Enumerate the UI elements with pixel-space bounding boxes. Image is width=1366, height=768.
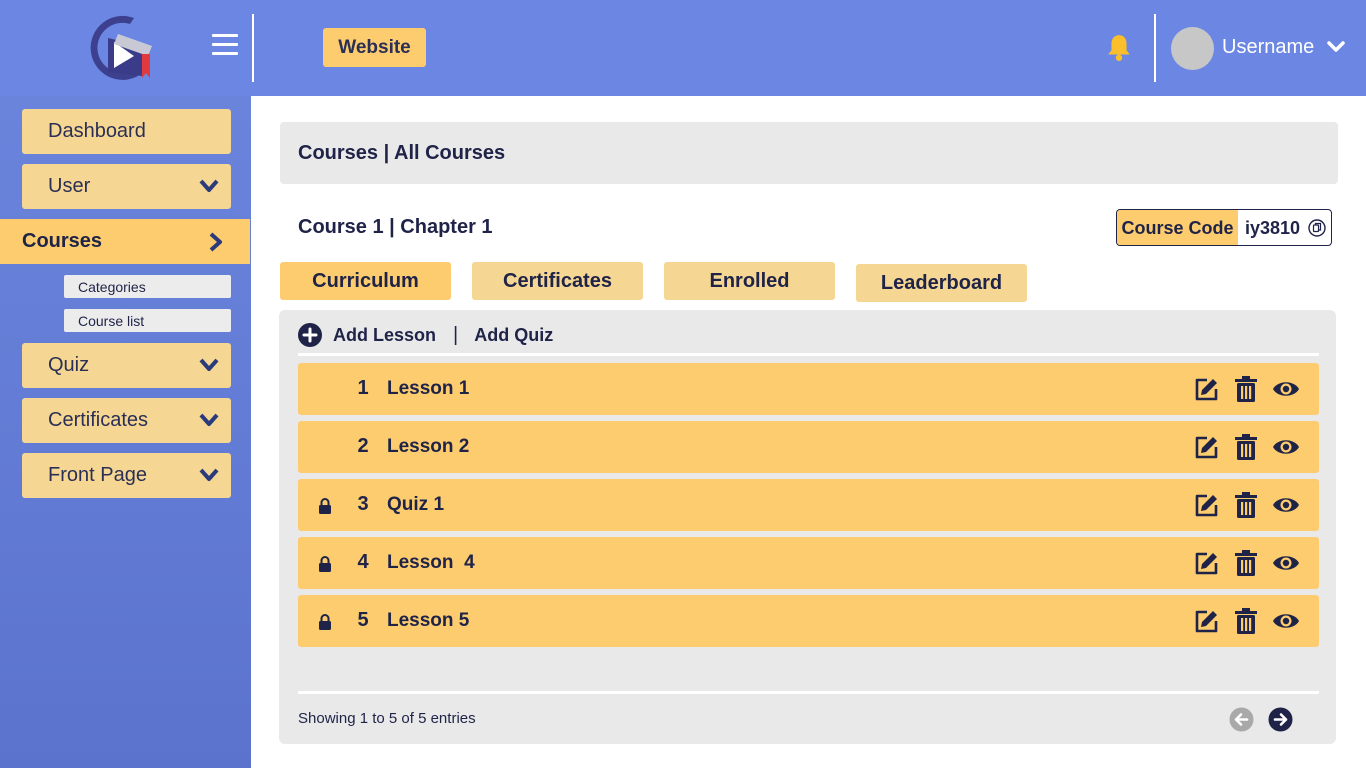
- row-number: 4: [357, 551, 369, 573]
- website-button[interactable]: Website: [323, 28, 426, 67]
- sidebar-item-dashboard[interactable]: Dashboard: [22, 109, 231, 154]
- row-number: 1: [357, 377, 369, 399]
- sidebar-item-label: User: [48, 175, 91, 197]
- pagination-info: Showing 1 to 5 of 5 entries: [298, 710, 476, 727]
- row-number: 5: [357, 609, 369, 631]
- edit-icon[interactable]: [1193, 491, 1221, 519]
- row-number: 2: [357, 435, 369, 457]
- sidebar-subitem-course-list[interactable]: Course list: [64, 309, 231, 332]
- eye-icon[interactable]: [1272, 433, 1300, 461]
- table-row[interactable]: 5 Lesson 5: [298, 595, 1319, 647]
- trash-icon[interactable]: [1232, 607, 1260, 635]
- lock-icon: [319, 556, 331, 572]
- breadcrumb: Courses | All Courses: [280, 122, 1338, 184]
- row-title: Lesson 4: [387, 552, 475, 573]
- chevron-down-icon: [199, 358, 219, 371]
- row-title: Lesson 1: [387, 378, 470, 399]
- bell-icon[interactable]: [1106, 33, 1132, 61]
- sidebar-item-front-page[interactable]: Front Page: [22, 453, 231, 498]
- table-row[interactable]: 3 Quiz 1: [298, 479, 1319, 531]
- sidebar-item-label: Quiz: [48, 354, 90, 376]
- edit-icon[interactable]: [1193, 607, 1221, 635]
- plus-circle-icon[interactable]: [298, 323, 322, 347]
- copy-icon[interactable]: [1308, 219, 1326, 237]
- edit-icon[interactable]: [1193, 375, 1221, 403]
- add-toolbar: Add Lesson | Add Quiz: [298, 322, 553, 348]
- row-title: Lesson 2: [387, 436, 470, 457]
- lock-icon: [319, 498, 331, 514]
- add-quiz-link[interactable]: Add Quiz: [474, 325, 553, 346]
- username-label[interactable]: Username: [1222, 36, 1314, 59]
- row-number: 3: [357, 493, 369, 515]
- course-code-value: iy3810: [1245, 218, 1301, 238]
- footer-divider: [298, 691, 1319, 694]
- tab-certificates[interactable]: Certificates: [472, 262, 643, 300]
- arrow-left-icon[interactable]: [1229, 707, 1254, 732]
- header-divider: [252, 14, 254, 82]
- sidebar-border: [251, 96, 253, 768]
- table-row[interactable]: 4 Lesson 4: [298, 537, 1319, 589]
- row-title: Lesson 5: [387, 610, 470, 631]
- chevron-down-icon: [199, 179, 219, 192]
- sidebar-item-courses[interactable]: Courses: [0, 219, 250, 264]
- add-lesson-link[interactable]: Add Lesson: [333, 325, 436, 346]
- table-row[interactable]: 1 Lesson 1: [298, 363, 1319, 415]
- tab-leaderboard[interactable]: Leaderboard: [856, 264, 1027, 302]
- eye-icon[interactable]: [1272, 549, 1300, 577]
- chevron-right-icon: [209, 232, 222, 252]
- eye-icon[interactable]: [1272, 491, 1300, 519]
- top-header: Website Username: [0, 0, 1366, 96]
- sidebar-item-label: Certificates: [48, 409, 149, 431]
- edit-icon[interactable]: [1193, 433, 1221, 461]
- sidebar-subitem-categories[interactable]: Categories: [64, 275, 231, 298]
- eye-icon[interactable]: [1272, 607, 1300, 635]
- row-title: Quiz 1: [387, 494, 445, 515]
- sidebar-item-user[interactable]: User: [22, 164, 231, 209]
- trash-icon[interactable]: [1232, 433, 1260, 461]
- panel-divider: [298, 353, 1319, 356]
- trash-icon[interactable]: [1232, 491, 1260, 519]
- eye-icon[interactable]: [1272, 375, 1300, 403]
- sidebar-item-label: Dashboard: [48, 120, 146, 142]
- trash-icon[interactable]: [1232, 549, 1260, 577]
- tab-curriculum[interactable]: Curriculum: [280, 262, 451, 300]
- lock-icon: [319, 614, 331, 630]
- toolbar-separator: |: [453, 323, 459, 346]
- course-code-box: Course Code iy3810: [1116, 209, 1332, 246]
- chevron-down-icon: [199, 413, 219, 426]
- trash-icon[interactable]: [1232, 375, 1260, 403]
- page-title: Course 1 | Chapter 1: [298, 216, 493, 238]
- chevron-down-icon[interactable]: [1327, 40, 1345, 54]
- table-row[interactable]: 2 Lesson 2: [298, 421, 1319, 473]
- menu-toggle-button[interactable]: [212, 34, 238, 58]
- sidebar-item-label: Front Page: [48, 464, 147, 486]
- app-logo: [90, 15, 152, 80]
- sidebar-item-quiz[interactable]: Quiz: [22, 343, 231, 388]
- chevron-down-icon: [199, 468, 219, 481]
- course-code-label: Course Code: [1117, 210, 1238, 245]
- header-divider-right: [1154, 14, 1156, 82]
- tab-enrolled[interactable]: Enrolled: [664, 262, 835, 300]
- edit-icon[interactable]: [1193, 549, 1221, 577]
- sidebar-item-label: Courses: [22, 230, 103, 252]
- sidebar-item-certificates[interactable]: Certificates: [22, 398, 231, 443]
- avatar[interactable]: [1171, 27, 1214, 70]
- arrow-right-icon[interactable]: [1268, 707, 1293, 732]
